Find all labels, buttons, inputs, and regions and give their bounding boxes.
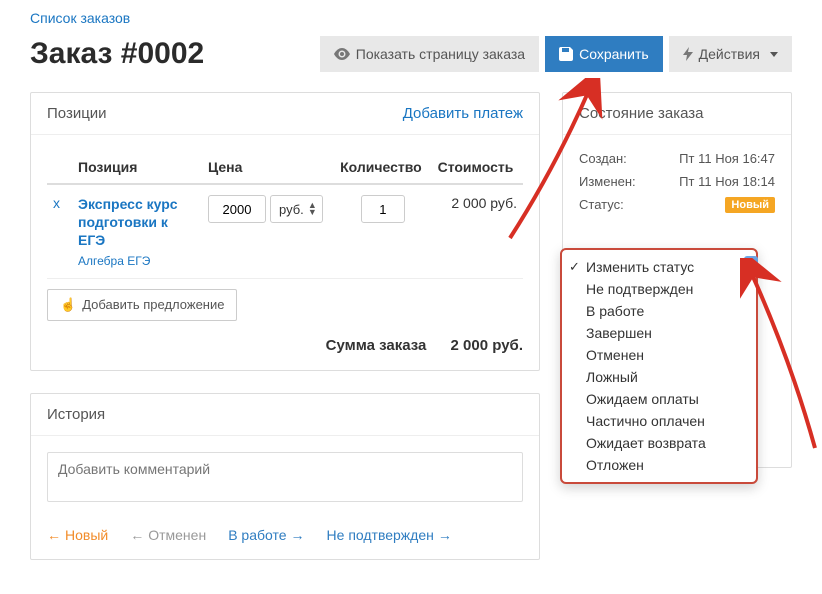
select-arrows-icon: ▲▼: [308, 202, 317, 216]
history-panel: История Новый Отменен В работе Не подтве…: [30, 393, 540, 560]
lightning-icon: [683, 47, 693, 61]
add-offer-label: Добавить предложение: [82, 297, 224, 312]
actions-button[interactable]: Действия: [669, 36, 792, 72]
positions-panel: Позиции Добавить платеж Позиция Цена Кол…: [30, 92, 540, 371]
currency-select[interactable]: руб. ▲▼: [270, 195, 323, 223]
row-cost: 2 000 руб.: [432, 184, 523, 278]
status-option[interactable]: Не подтвержден: [562, 278, 756, 300]
breadcrumb-link[interactable]: Список заказов: [30, 10, 130, 26]
col-cost: Стоимость: [432, 151, 523, 184]
item-category-link[interactable]: Алгебра ЕГЭ: [78, 254, 196, 268]
status-option[interactable]: В работе: [562, 300, 756, 322]
actions-label: Действия: [699, 46, 760, 62]
status-badge: Новый: [725, 197, 775, 213]
arrow-left-icon: [47, 527, 61, 543]
status-link-cancelled[interactable]: Отменен: [130, 527, 206, 543]
status-option[interactable]: Завершен: [562, 322, 756, 344]
changed-value: Пт 11 Ноя 18:14: [679, 174, 775, 189]
status-option[interactable]: Ожидаем оплаты: [562, 388, 756, 410]
currency-value: руб.: [279, 202, 304, 217]
show-order-page-button[interactable]: Показать страницу заказа: [320, 36, 539, 72]
comment-input[interactable]: [47, 452, 523, 502]
qty-input[interactable]: [361, 195, 405, 223]
order-sum-label: Сумма заказа: [326, 337, 427, 354]
status-link-new[interactable]: Новый: [47, 527, 108, 543]
hand-pointer-icon: ☝: [60, 297, 76, 313]
history-title: История: [47, 406, 105, 423]
eye-icon: [334, 47, 350, 61]
remove-item-button[interactable]: x: [53, 195, 66, 211]
chevron-down-icon: [770, 52, 778, 57]
arrow-left-icon: [130, 527, 144, 543]
status-panel-title: Состояние заказа: [579, 105, 704, 122]
created-value: Пт 11 Ноя 16:47: [679, 151, 775, 166]
price-input[interactable]: [208, 195, 266, 223]
status-dropdown[interactable]: Изменить статусНе подтвержденВ работеЗав…: [560, 248, 758, 484]
add-payment-link[interactable]: Добавить платеж: [403, 105, 523, 122]
positions-table: Позиция Цена Количество Стоимость x Эксп…: [47, 151, 523, 279]
table-row: x Экспресс курс подготовки к ЕГЭ Алгебра…: [47, 184, 523, 278]
order-sum-value: 2 000 руб.: [451, 337, 523, 354]
status-link-in-work[interactable]: В работе: [228, 527, 304, 543]
status-link-not-confirmed[interactable]: Не подтвержден: [327, 527, 452, 543]
col-price: Цена: [202, 151, 334, 184]
status-option[interactable]: Ожидает возврата: [562, 432, 756, 454]
save-label: Сохранить: [579, 46, 649, 62]
created-label: Создан:: [579, 151, 627, 166]
add-offer-button[interactable]: ☝ Добавить предложение: [47, 289, 237, 321]
changed-label: Изменен:: [579, 174, 636, 189]
item-name-link[interactable]: Экспресс курс подготовки к ЕГЭ: [78, 195, 196, 250]
save-button[interactable]: Сохранить: [545, 36, 663, 72]
status-option[interactable]: Ложный: [562, 366, 756, 388]
col-qty: Количество: [334, 151, 432, 184]
page-title: Заказ #0002: [30, 37, 204, 71]
col-name: Позиция: [72, 151, 202, 184]
status-option[interactable]: Изменить статус: [562, 256, 756, 278]
status-option[interactable]: Частично оплачен: [562, 410, 756, 432]
status-option[interactable]: Отложен: [562, 454, 756, 476]
show-page-label: Показать страницу заказа: [356, 46, 525, 62]
positions-title: Позиции: [47, 105, 107, 122]
status-option[interactable]: Отменен: [562, 344, 756, 366]
toolbar: Показать страницу заказа Сохранить Дейст…: [320, 36, 792, 72]
save-icon: [559, 47, 573, 61]
status-label: Статус:: [579, 197, 624, 213]
